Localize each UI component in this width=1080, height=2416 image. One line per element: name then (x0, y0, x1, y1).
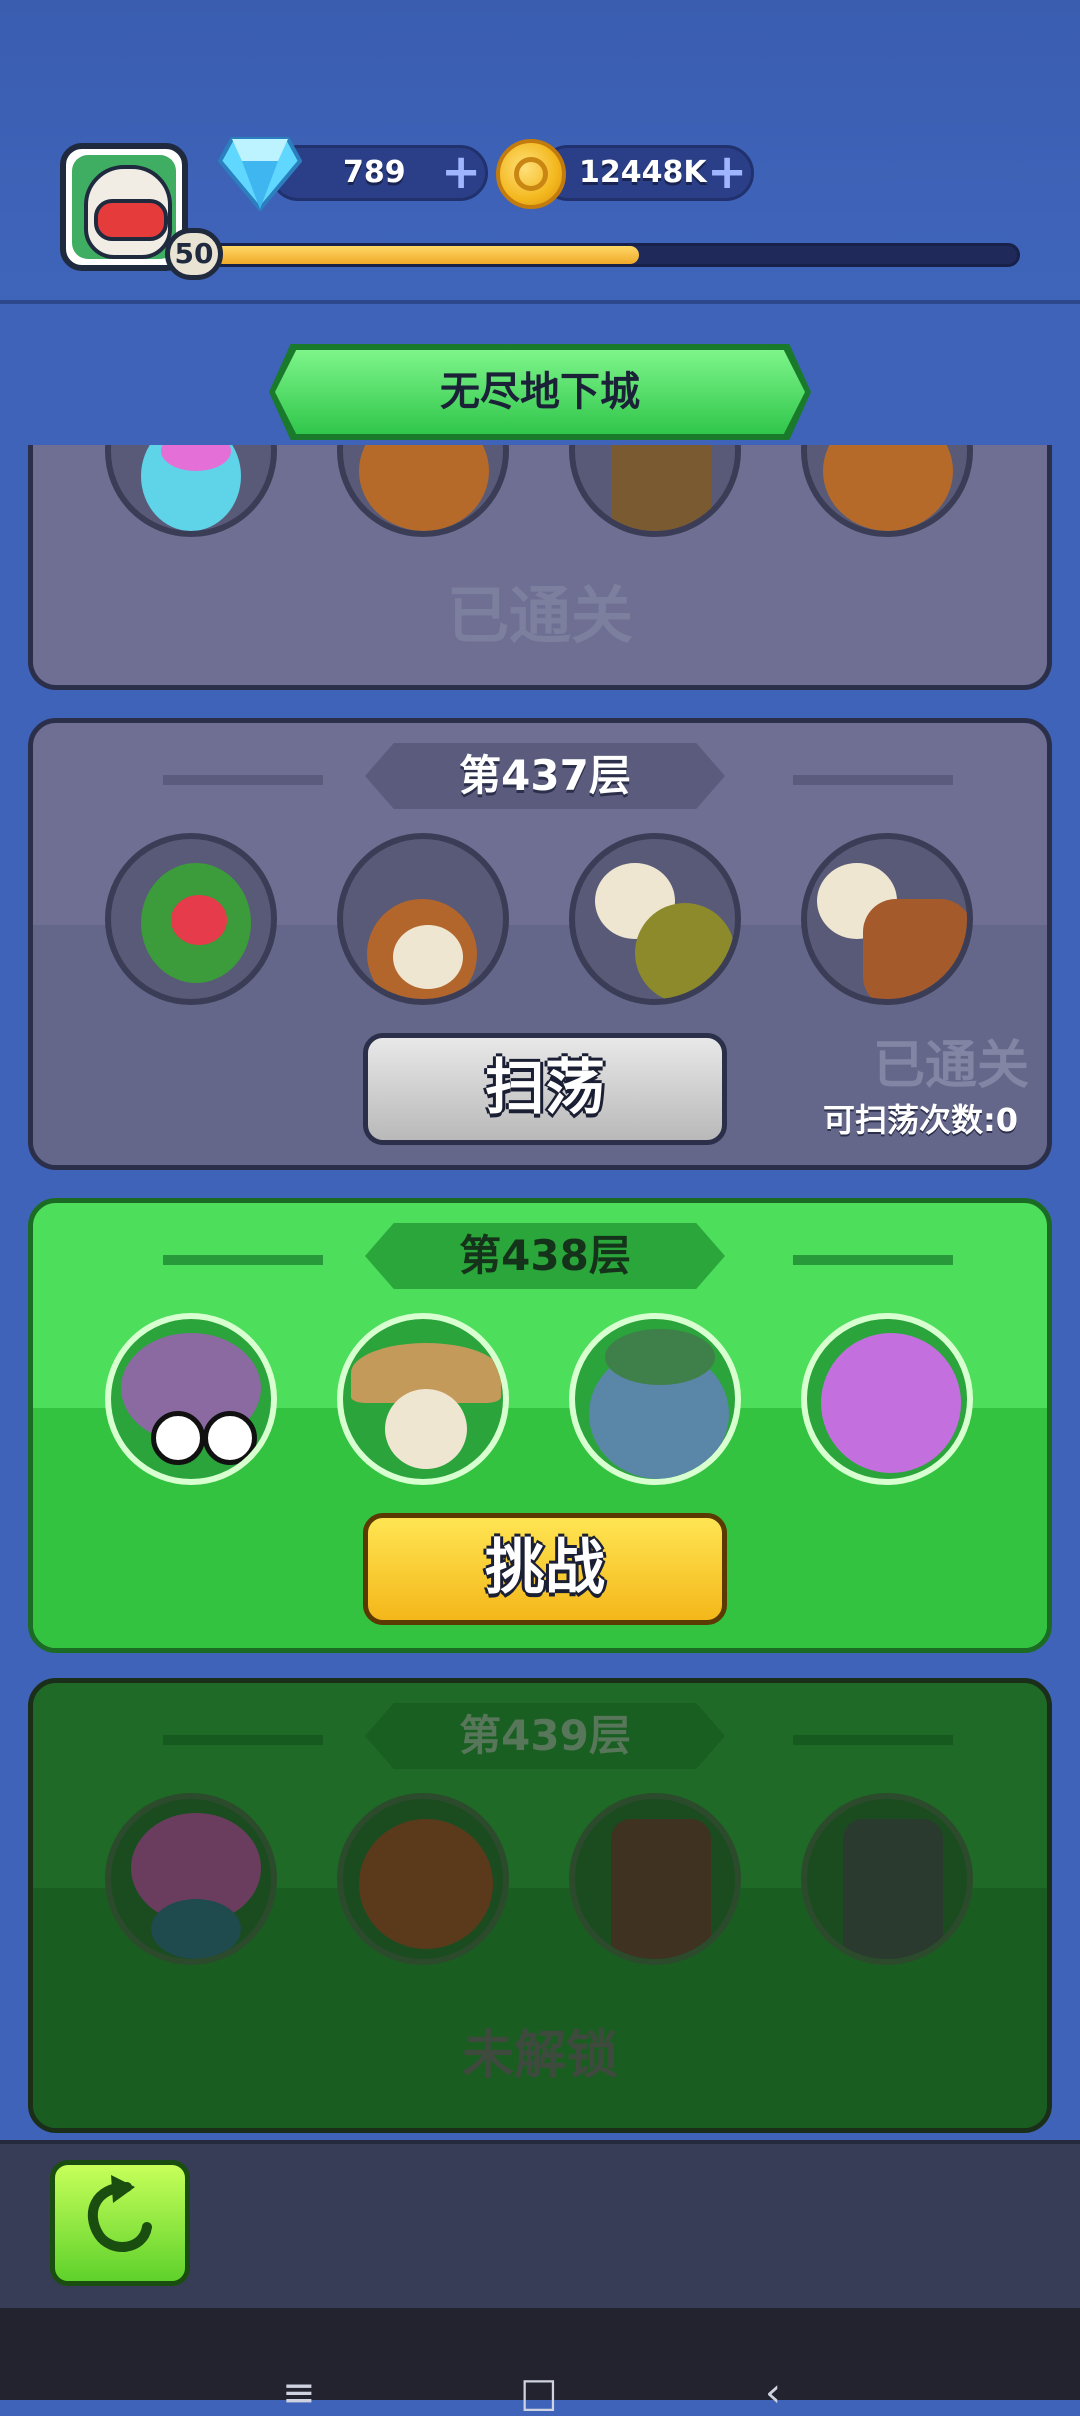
header-wing-right (793, 775, 953, 785)
gem-count: 789 (343, 155, 406, 190)
monster-portrait (569, 445, 741, 537)
coin-icon (496, 139, 566, 209)
coin-count: 12448K (579, 155, 707, 190)
add-gems-plus-icon[interactable]: + (441, 148, 481, 196)
challenge-button[interactable]: 挑战 (363, 1513, 727, 1625)
monster-portrait-rock-golem (569, 1313, 741, 1485)
monster-portrait-cactus (105, 833, 277, 1005)
sweep-count-label: 可扫荡次数:0 (823, 1101, 1019, 1139)
monster-portrait-reaper (337, 833, 509, 1005)
monster-portrait-locked (801, 1793, 973, 1965)
avatar-mask (94, 199, 168, 241)
header-wing-left (163, 775, 323, 785)
page-title: 无尽地下城 (440, 369, 640, 415)
header-wing-left (163, 1735, 323, 1745)
monster-portrait-mushroom (105, 1313, 277, 1485)
back-nav-icon[interactable]: ‹ (765, 2370, 781, 2416)
floor-name: 第437层 (459, 751, 631, 800)
floor-header: 第438层 (365, 1223, 725, 1289)
floor-card-437: 第437层 扫荡 已通关 可扫荡次数:0 (28, 718, 1052, 1170)
monster-portrait (105, 445, 277, 537)
add-coins-plus-icon[interactable]: + (707, 148, 747, 196)
floor-status-cleared: 已通关 (446, 579, 633, 652)
back-button[interactable] (50, 2160, 190, 2286)
gem-icon (218, 137, 302, 211)
monster-portrait-locked (337, 1793, 509, 1965)
gem-counter[interactable]: 789 + (270, 145, 488, 201)
monster-portrait-skeleton-shield (801, 833, 973, 1005)
floor-card-438: 第438层 挑战 (28, 1198, 1052, 1653)
monster-portrait-skeleton-turtle (569, 833, 741, 1005)
xp-progress-bar (210, 243, 1020, 267)
monster-portrait-locked (569, 1793, 741, 1965)
sweep-button[interactable]: 扫荡 (363, 1033, 727, 1145)
floor-card-cleared-top: 已通关 (28, 445, 1052, 690)
back-arrow-icon (87, 2175, 152, 2252)
menu-icon[interactable]: ≡ (282, 2370, 316, 2416)
monster-portrait (801, 445, 973, 537)
floor-status-cleared: 已通关 (873, 1036, 1030, 1096)
floor-card-439: 第439层 未解锁 (28, 1678, 1052, 2133)
header-wing-right (793, 1735, 953, 1745)
monster-portrait (337, 445, 509, 537)
home-icon[interactable]: □ (520, 2370, 558, 2416)
monster-portrait-locked (105, 1793, 277, 1965)
monster-portrait-octopus (801, 1313, 973, 1485)
header-wing-left (163, 1255, 323, 1265)
title-ribbon: 无尽地下城 (269, 344, 811, 440)
player-level-badge: 50 (165, 228, 223, 280)
floor-status-locked: 未解锁 (461, 2026, 618, 2086)
coin-counter[interactable]: 12448K + (540, 145, 754, 201)
floor-name: 第439层 (459, 1711, 631, 1760)
floor-header: 第437层 (365, 743, 725, 809)
header-wing-right (793, 1255, 953, 1265)
floor-name: 第438层 (459, 1231, 631, 1280)
xp-progress-fill (213, 246, 640, 264)
floor-header: 第439层 (365, 1703, 725, 1769)
monster-portrait-straw-hat-skeleton (337, 1313, 509, 1485)
